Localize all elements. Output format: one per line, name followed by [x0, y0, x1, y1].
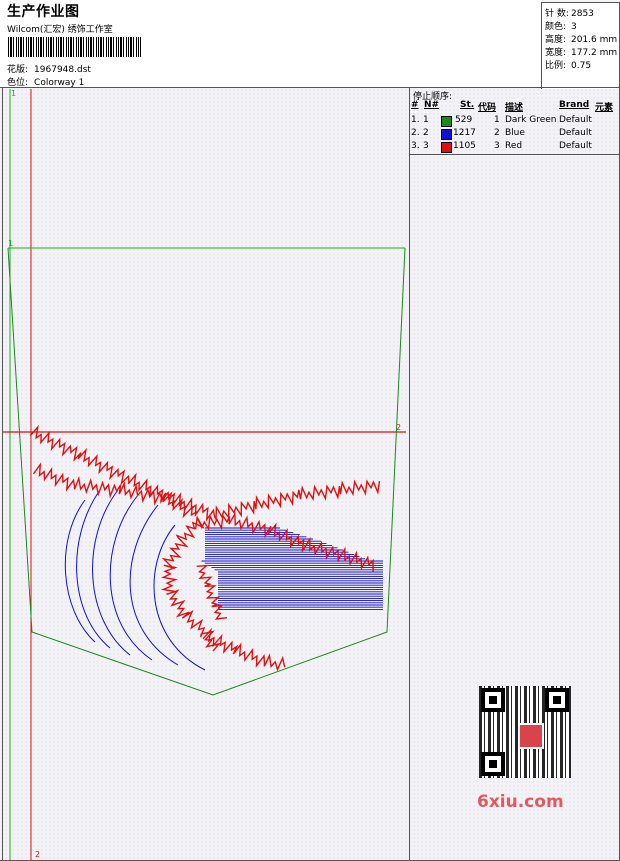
satin-stitch	[202, 627, 286, 672]
watermark-brand: 6xiu.com	[477, 792, 564, 812]
seal-logo	[518, 723, 544, 749]
satin-stitch	[196, 564, 228, 620]
pocket-outline	[7, 247, 406, 696]
qr-code	[479, 686, 571, 778]
arc-line	[64, 499, 96, 643]
blue-arc-stitches	[64, 489, 206, 671]
satin-stitch	[29, 424, 381, 522]
red-satin-border	[29, 424, 381, 672]
arc-line	[153, 524, 206, 671]
guide-marker: 1	[8, 239, 13, 248]
guide-marker: 1	[11, 89, 16, 98]
guide-marker: 2	[35, 850, 40, 859]
watermark-qr: 6xiu.com	[471, 682, 581, 812]
blue-satin-fill	[201, 527, 383, 610]
